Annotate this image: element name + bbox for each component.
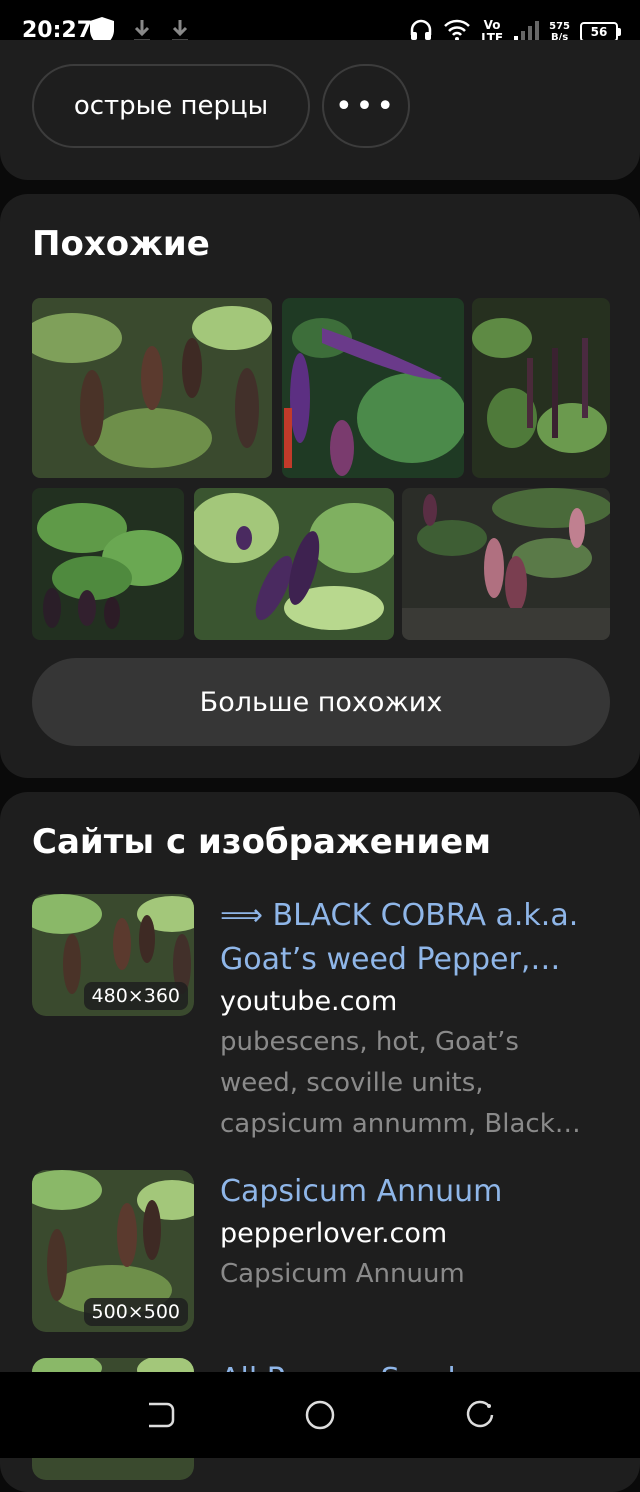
similar-title: Похожие — [32, 224, 210, 264]
back-icon[interactable] — [143, 1398, 177, 1432]
similar-image[interactable] — [402, 488, 610, 640]
image-size-badge: 480×360 — [83, 982, 188, 1010]
tag-chip-hot-peppers[interactable]: острые перцы — [32, 64, 310, 148]
site-description: Capsicum Annuum — [220, 1259, 465, 1289]
site-title-link[interactable]: Capsicum Annuum — [220, 1170, 604, 1214]
more-options-button[interactable]: ••• — [322, 64, 410, 148]
recents-icon[interactable] — [463, 1398, 497, 1432]
similar-image[interactable] — [472, 298, 610, 478]
home-icon[interactable] — [303, 1398, 337, 1432]
site-result[interactable]: 500×500 Capsicum Annuum pepperlover.com … — [32, 1170, 610, 1340]
similar-images-card: Похожие Больше похожих — [0, 194, 640, 778]
similar-image[interactable] — [282, 298, 464, 478]
site-description: pubescens, hot, Goat’s weed, scoville un… — [220, 1027, 581, 1139]
similar-image[interactable] — [194, 488, 394, 640]
navigation-bar — [0, 1372, 640, 1458]
site-thumbnail[interactable]: 500×500 — [32, 1170, 194, 1332]
site-domain: pepperlover.com — [220, 1218, 448, 1249]
battery-indicator: 56 — [580, 22, 621, 42]
image-size-badge: 500×500 — [83, 1298, 188, 1326]
more-similar-button[interactable]: Больше похожих — [32, 658, 610, 746]
tags-card: острые перцы ••• — [0, 40, 640, 180]
site-thumbnail[interactable]: 480×360 — [32, 894, 194, 1016]
site-title-link[interactable]: ⟹ BLACK COBRA a.k.a. Goat’s weed Pepper,… — [220, 894, 604, 982]
site-result[interactable]: 480×360 ⟹ BLACK COBRA a.k.a. Goat’s weed… — [32, 894, 610, 1154]
sites-title: Сайты с изображением — [32, 822, 492, 862]
site-domain: youtube.com — [220, 986, 398, 1017]
similar-image[interactable] — [32, 488, 184, 640]
similar-image[interactable] — [32, 298, 272, 478]
